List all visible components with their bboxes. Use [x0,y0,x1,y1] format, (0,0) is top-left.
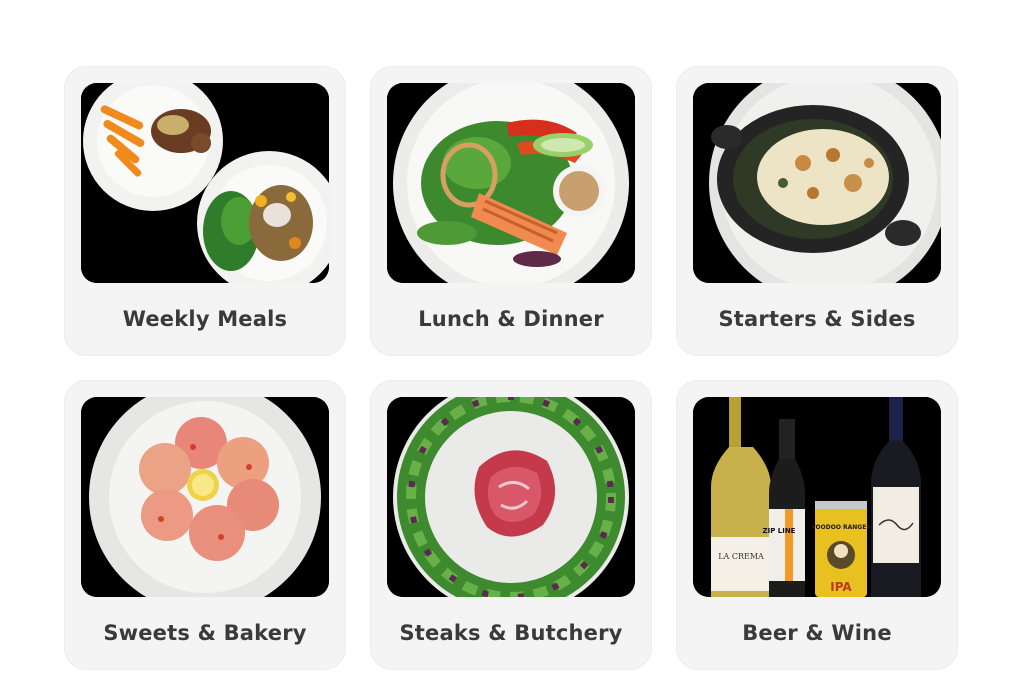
beer-label-zip-line: ZIP LINE [763,527,796,535]
wine-label-la-crema: LA CREMA [718,552,764,561]
category-card-sweets-bakery[interactable]: Sweets & Bakery [64,380,346,670]
category-card-beer-wine[interactable]: LA CREMA ZIP LINE VOODOO RANGER IPA Beer… [676,380,958,670]
sweets-bakery-photo [81,397,329,597]
category-card-starters-sides[interactable]: Starters & Sides [676,66,958,356]
category-label: Beer & Wine [742,621,892,645]
category-card-steaks-butchery[interactable]: Steaks & Butchery [370,380,652,670]
steaks-butchery-photo [387,397,635,597]
category-label: Weekly Meals [122,307,288,331]
can-label-ipa: IPA [830,580,852,594]
lunch-dinner-photo [387,83,635,283]
weekly-meals-photo [81,83,329,283]
category-card-weekly-meals[interactable]: Weekly Meals [64,66,346,356]
category-label: Starters & Sides [718,307,916,331]
category-label: Lunch & Dinner [418,307,604,331]
can-label-voodoo-ranger: VOODOO RANGER [811,524,871,531]
category-grid: Weekly Meals Lunch & Dinner Starters & S… [64,66,958,670]
beer-wine-photo: LA CREMA ZIP LINE VOODOO RANGER IPA [693,397,941,597]
category-card-lunch-dinner[interactable]: Lunch & Dinner [370,66,652,356]
category-label: Sweets & Bakery [103,621,307,645]
starters-sides-photo [693,83,941,283]
category-label: Steaks & Butchery [399,621,623,645]
